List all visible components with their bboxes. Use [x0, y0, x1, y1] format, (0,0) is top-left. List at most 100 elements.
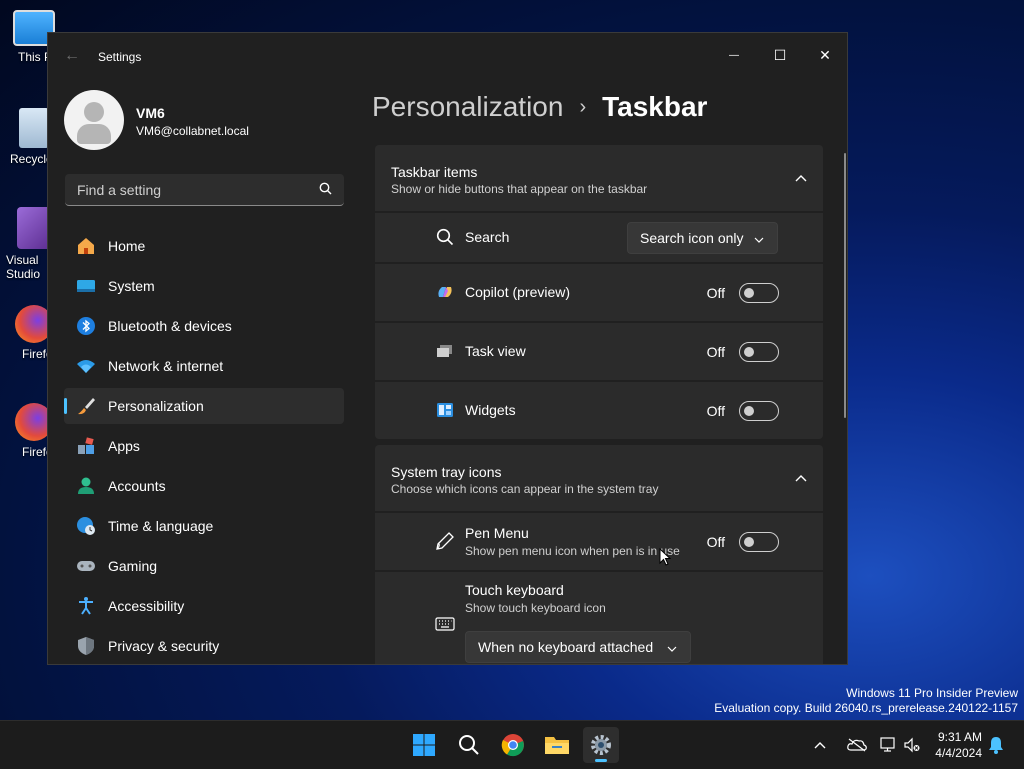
search-input[interactable] [75, 174, 309, 206]
search-icon [459, 735, 479, 755]
pen-menu-toggle-group: Off [707, 532, 779, 552]
sidebar-item-privacy[interactable]: Privacy & security [64, 628, 344, 664]
onedrive-offline-icon[interactable] [842, 738, 872, 752]
copilot-toggle[interactable] [739, 283, 779, 303]
accounts-icon [76, 476, 96, 496]
search-box[interactable] [65, 174, 344, 206]
desktop-icon-label: Visual Studio 2022 Preview [6, 253, 41, 281]
recycle-bin-icon [19, 108, 49, 148]
taskbar-items-header[interactable]: Taskbar items Show or hide buttons that … [375, 145, 823, 211]
main-content: Taskbar items Show or hide buttons that … [375, 145, 823, 664]
minimize-icon: — [729, 49, 739, 61]
sidebar-item-gaming[interactable]: Gaming [64, 548, 344, 584]
widgets-toggle[interactable] [739, 401, 779, 421]
sidebar-item-label: System [108, 278, 155, 294]
section-title: System tray icons [391, 464, 502, 480]
title-bar[interactable]: ← Settings — ☐ ✕ [48, 33, 847, 81]
sidebar-item-apps[interactable]: Apps [64, 428, 344, 464]
sidebar-item-label: Home [108, 238, 146, 254]
widgets-label: Widgets [465, 402, 516, 418]
close-button[interactable]: ✕ [802, 39, 847, 71]
chrome-icon [501, 734, 524, 757]
avatar-head [84, 102, 104, 122]
apps-icon [76, 436, 96, 456]
avatar[interactable] [64, 90, 124, 150]
volume-muted-icon[interactable] [902, 737, 922, 753]
chevron-up-icon[interactable] [810, 741, 830, 749]
bluetooth-icon [76, 316, 96, 336]
dropdown-value: Search icon only [640, 230, 744, 246]
sidebar-item-label: Accessibility [108, 598, 185, 614]
bell-icon [989, 737, 1003, 754]
notifications-button[interactable] [986, 727, 1006, 763]
sidebar-item-label: Bluetooth & devices [108, 318, 232, 334]
gear-icon [591, 735, 611, 755]
start-button[interactable] [406, 727, 442, 763]
touch-keyboard-description: Show touch keyboard icon [465, 601, 606, 615]
widgets-row: Widgets Off [375, 382, 823, 439]
network-icon[interactable] [876, 737, 902, 753]
section-title: Taskbar items [391, 164, 478, 180]
scrollbar[interactable] [844, 153, 846, 418]
search-icon[interactable] [319, 182, 332, 200]
breadcrumb-separator: › [579, 95, 587, 118]
pen-menu-description: Show pen menu icon when pen is in use [465, 544, 680, 558]
search-label: Search [465, 229, 510, 245]
wifi-icon [76, 356, 96, 376]
breadcrumb-parent[interactable]: Personalization [372, 91, 563, 123]
dropdown-value: When no keyboard attached [478, 639, 654, 655]
sidebar-item-accessibility[interactable]: Accessibility [64, 588, 344, 624]
touch-keyboard-dropdown[interactable]: When no keyboard attached [465, 631, 691, 663]
touch-keyboard-label: Touch keyboard [465, 582, 564, 598]
sidebar-item-label: Network & internet [108, 358, 224, 374]
profile-name: VM6 [136, 105, 165, 121]
gamepad-icon [76, 556, 96, 576]
folder-icon [545, 737, 569, 754]
maximize-button[interactable]: ☐ [757, 39, 803, 71]
chevron-up-icon[interactable] [795, 469, 807, 487]
back-arrow-icon[interactable]: ← [64, 47, 80, 65]
copilot-row: Copilot (preview) Off [375, 264, 823, 321]
sidebar-item-label: Accounts [108, 478, 166, 494]
paintbrush-icon [76, 396, 96, 416]
copilot-label: Copilot (preview) [465, 284, 571, 300]
copilot-icon [435, 282, 455, 302]
search-icon [435, 227, 455, 247]
system-tray-header[interactable]: System tray icons Choose which icons can… [375, 445, 823, 511]
sidebar-item-personalization[interactable]: Personalization [64, 388, 344, 424]
clock-time: 9:31 AM [937, 730, 982, 744]
task-view-toggle[interactable] [739, 342, 779, 362]
sidebar-item-system[interactable]: System [64, 268, 344, 304]
shield-icon [76, 636, 96, 656]
pen-menu-toggle[interactable] [739, 532, 779, 552]
maximize-icon: ☐ [773, 46, 787, 63]
file-explorer-button[interactable] [539, 727, 575, 763]
settings-taskbar-button[interactable] [583, 727, 619, 763]
sidebar-item-label: Time & language [108, 518, 214, 534]
task-view-row: Task view Off [375, 323, 823, 380]
settings-window: ← Settings — ☐ ✕ VM6 VM6@collabnet.local… [47, 32, 848, 665]
watermark-line-1: Windows 11 Pro Insider Preview [846, 686, 1018, 700]
sidebar-item-time-language[interactable]: Time & language [64, 508, 344, 544]
chrome-button[interactable] [495, 727, 531, 763]
sidebar-item-label: Privacy & security [108, 638, 220, 654]
sidebar-item-label: Gaming [108, 558, 158, 574]
sidebar-item-accounts[interactable]: Accounts [64, 468, 344, 504]
sidebar-item-home[interactable]: Home [64, 228, 344, 264]
search-row: Search Search icon only [375, 213, 823, 262]
search-mode-dropdown[interactable]: Search icon only [627, 222, 778, 254]
sidebar-item-network[interactable]: Network & internet [64, 348, 344, 384]
minimize-button[interactable]: — [711, 39, 757, 71]
keyboard-icon [435, 614, 455, 634]
visual-studio-icon [17, 207, 51, 249]
chevron-down-icon [754, 230, 764, 246]
taskbar-search-button[interactable] [451, 727, 487, 763]
section-subtitle: Choose which icons can appear in the sys… [391, 482, 659, 496]
chevron-up-icon[interactable] [795, 169, 807, 187]
section-subtitle: Show or hide buttons that appear on the … [391, 182, 648, 196]
pen-icon [435, 531, 455, 551]
avatar-body [77, 124, 111, 144]
clock[interactable]: 9:31 AM 4/4/2024 [935, 729, 982, 761]
task-view-icon [435, 341, 455, 361]
sidebar-item-bluetooth[interactable]: Bluetooth & devices [64, 308, 344, 344]
